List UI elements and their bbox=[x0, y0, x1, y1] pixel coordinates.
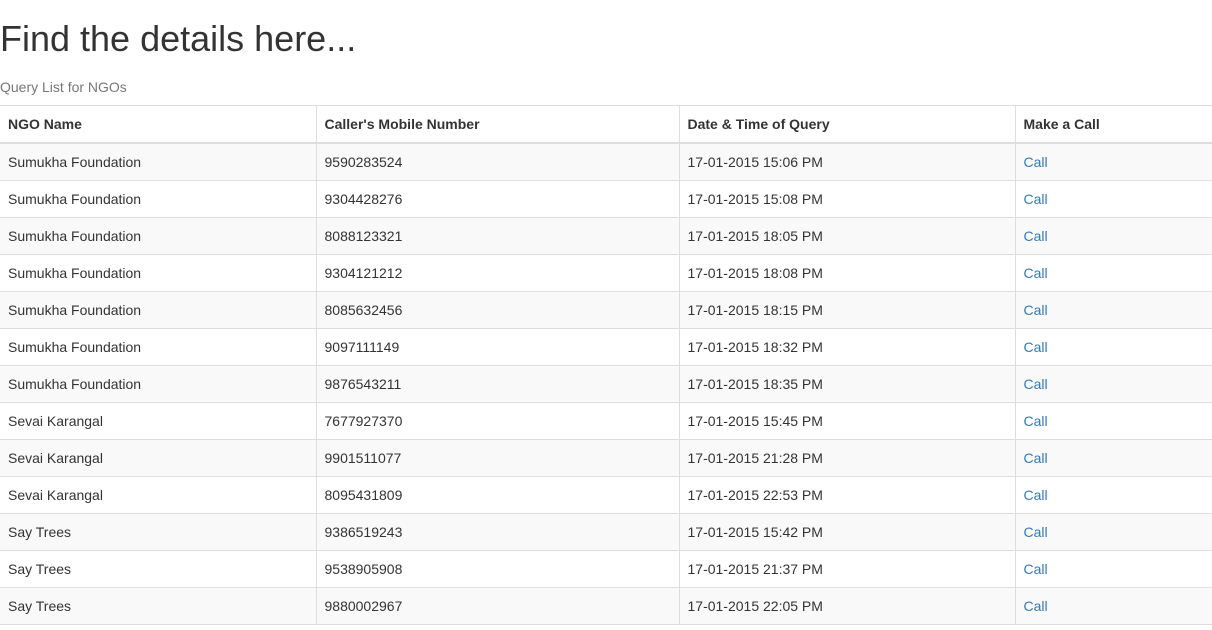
table-row: Sumukha Foundation 9876543211 17-01-2015… bbox=[0, 365, 1212, 403]
column-header-datetime: Date & Time of Query bbox=[679, 105, 1016, 144]
mobile-cell: 9097111149 bbox=[316, 328, 680, 366]
call-link[interactable]: Call bbox=[1024, 487, 1048, 503]
datetime-cell: 17-01-2015 18:35 PM bbox=[679, 365, 1016, 403]
call-link[interactable]: Call bbox=[1024, 265, 1048, 281]
call-cell: Call bbox=[1015, 587, 1212, 625]
call-cell: Call bbox=[1015, 476, 1212, 514]
call-cell: Call bbox=[1015, 291, 1212, 329]
ngo-name-cell: Say Trees bbox=[0, 513, 317, 551]
datetime-cell: 17-01-2015 22:53 PM bbox=[679, 476, 1016, 514]
table-row: Sevai Karangal 9901511077 17-01-2015 21:… bbox=[0, 439, 1212, 477]
call-cell: Call bbox=[1015, 328, 1212, 366]
call-cell: Call bbox=[1015, 254, 1212, 292]
ngo-name-cell: Sumukha Foundation bbox=[0, 180, 317, 218]
table-row: Sevai Karangal 7677927370 17-01-2015 15:… bbox=[0, 402, 1212, 440]
mobile-cell: 9538905908 bbox=[316, 550, 680, 588]
ngo-name-cell: Say Trees bbox=[0, 550, 317, 588]
table-row: Sumukha Foundation 8088123321 17-01-2015… bbox=[0, 217, 1212, 255]
call-link[interactable]: Call bbox=[1024, 228, 1048, 244]
table-row: Sumukha Foundation 9590283524 17-01-2015… bbox=[0, 142, 1212, 181]
call-link[interactable]: Call bbox=[1024, 376, 1048, 392]
datetime-cell: 17-01-2015 18:05 PM bbox=[679, 217, 1016, 255]
call-link[interactable]: Call bbox=[1024, 302, 1048, 318]
mobile-cell: 8085632456 bbox=[316, 291, 680, 329]
datetime-cell: 17-01-2015 15:45 PM bbox=[679, 402, 1016, 440]
ngo-name-cell: Sumukha Foundation bbox=[0, 254, 317, 292]
call-cell: Call bbox=[1015, 439, 1212, 477]
call-link[interactable]: Call bbox=[1024, 413, 1048, 429]
table-row: Sumukha Foundation 9304121212 17-01-2015… bbox=[0, 254, 1212, 292]
ngo-name-cell: Sumukha Foundation bbox=[0, 328, 317, 366]
ngo-name-cell: Sumukha Foundation bbox=[0, 291, 317, 329]
call-cell: Call bbox=[1015, 550, 1212, 588]
datetime-cell: 17-01-2015 21:37 PM bbox=[679, 550, 1016, 588]
datetime-cell: 17-01-2015 15:08 PM bbox=[679, 180, 1016, 218]
datetime-cell: 17-01-2015 21:28 PM bbox=[679, 439, 1016, 477]
datetime-cell: 17-01-2015 22:05 PM bbox=[679, 587, 1016, 625]
mobile-cell: 9304121212 bbox=[316, 254, 680, 292]
call-cell: Call bbox=[1015, 402, 1212, 440]
datetime-cell: 17-01-2015 18:15 PM bbox=[679, 291, 1016, 329]
mobile-cell: 9876543211 bbox=[316, 365, 680, 403]
call-link[interactable]: Call bbox=[1024, 339, 1048, 355]
datetime-cell: 17-01-2015 18:08 PM bbox=[679, 254, 1016, 292]
mobile-cell: 9386519243 bbox=[316, 513, 680, 551]
ngo-name-cell: Sumukha Foundation bbox=[0, 142, 317, 181]
call-cell: Call bbox=[1015, 180, 1212, 218]
table-caption: Query List for NGOs bbox=[0, 79, 127, 95]
table-row: Say Trees 9880002967 17-01-2015 22:05 PM… bbox=[0, 587, 1212, 625]
ngo-name-cell: Sevai Karangal bbox=[0, 439, 317, 477]
table-row: Sumukha Foundation 9097111149 17-01-2015… bbox=[0, 328, 1212, 366]
mobile-cell: 9590283524 bbox=[316, 142, 680, 181]
query-table: NGO Name Caller's Mobile Number Date & T… bbox=[0, 105, 1212, 625]
call-link[interactable]: Call bbox=[1024, 450, 1048, 466]
datetime-cell: 17-01-2015 18:32 PM bbox=[679, 328, 1016, 366]
call-link[interactable]: Call bbox=[1024, 598, 1048, 614]
page-title: Find the details here... bbox=[0, 18, 357, 59]
mobile-cell: 9880002967 bbox=[316, 587, 680, 625]
ngo-name-cell: Sumukha Foundation bbox=[0, 365, 317, 403]
call-link[interactable]: Call bbox=[1024, 561, 1048, 577]
column-header-make-call: Make a Call bbox=[1015, 105, 1212, 144]
column-header-ngo-name: NGO Name bbox=[0, 105, 317, 144]
table-row: Say Trees 9538905908 17-01-2015 21:37 PM… bbox=[0, 550, 1212, 588]
call-cell: Call bbox=[1015, 365, 1212, 403]
datetime-cell: 17-01-2015 15:06 PM bbox=[679, 142, 1016, 181]
table-body: Sumukha Foundation 9590283524 17-01-2015… bbox=[0, 142, 1212, 625]
datetime-cell: 17-01-2015 15:42 PM bbox=[679, 513, 1016, 551]
ngo-name-cell: Sumukha Foundation bbox=[0, 217, 317, 255]
mobile-cell: 8095431809 bbox=[316, 476, 680, 514]
call-cell: Call bbox=[1015, 217, 1212, 255]
ngo-name-cell: Sevai Karangal bbox=[0, 402, 317, 440]
mobile-cell: 9304428276 bbox=[316, 180, 680, 218]
call-cell: Call bbox=[1015, 142, 1212, 181]
ngo-name-cell: Sevai Karangal bbox=[0, 476, 317, 514]
ngo-name-cell: Say Trees bbox=[0, 587, 317, 625]
column-header-mobile: Caller's Mobile Number bbox=[316, 105, 680, 144]
mobile-cell: 7677927370 bbox=[316, 402, 680, 440]
call-link[interactable]: Call bbox=[1024, 524, 1048, 540]
table-row: Say Trees 9386519243 17-01-2015 15:42 PM… bbox=[0, 513, 1212, 551]
table-row: Sumukha Foundation 8085632456 17-01-2015… bbox=[0, 291, 1212, 329]
mobile-cell: 8088123321 bbox=[316, 217, 680, 255]
table-row: Sumukha Foundation 9304428276 17-01-2015… bbox=[0, 180, 1212, 218]
call-cell: Call bbox=[1015, 513, 1212, 551]
table-row: Sevai Karangal 8095431809 17-01-2015 22:… bbox=[0, 476, 1212, 514]
mobile-cell: 9901511077 bbox=[316, 439, 680, 477]
table-header-row: NGO Name Caller's Mobile Number Date & T… bbox=[0, 105, 1212, 144]
call-link[interactable]: Call bbox=[1024, 191, 1048, 207]
call-link[interactable]: Call bbox=[1024, 154, 1048, 170]
